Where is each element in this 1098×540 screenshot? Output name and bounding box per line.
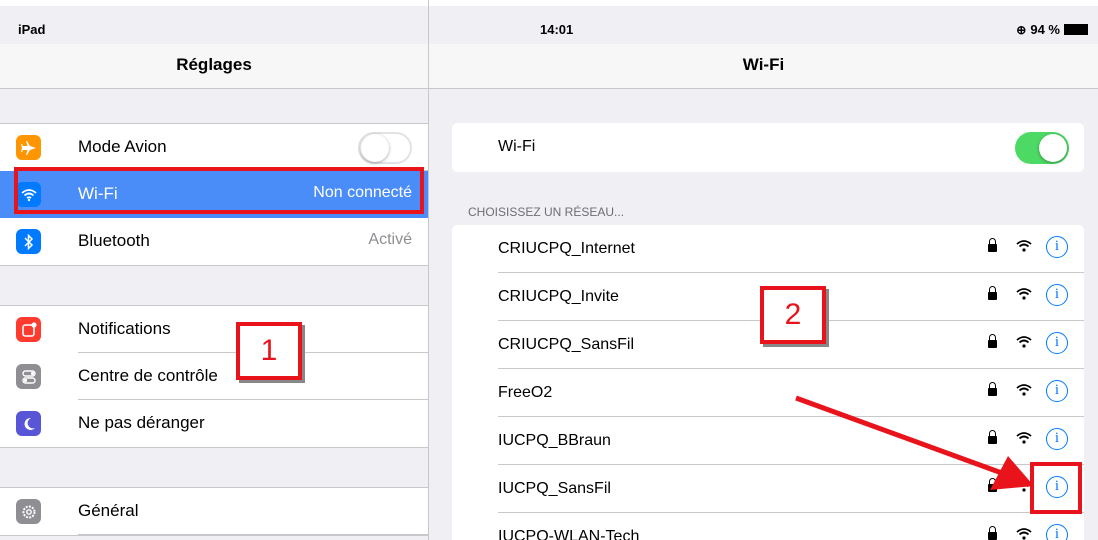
sidebar-item-label: Général — [78, 501, 139, 520]
control-center-icon — [16, 364, 41, 389]
annotation-callout-1: 1 — [236, 322, 302, 380]
settings-group-notifications: Notifications Centre de contrôle Ne pas … — [0, 305, 428, 448]
annotation-highlight-info — [1030, 462, 1082, 514]
split-divider — [428, 0, 429, 540]
network-row[interactable]: IUCPQ-WLAN-Tech i — [452, 513, 1084, 540]
info-icon[interactable]: i — [1046, 332, 1068, 354]
battery-percent: 94 % — [1030, 22, 1060, 37]
lock-icon — [988, 526, 997, 540]
network-name: CRIUCPQ_SansFil — [498, 336, 635, 353]
carrier-label: iPad — [18, 22, 46, 37]
sidebar-item-mode-avion[interactable]: Mode Avion — [0, 124, 428, 171]
airplane-mode-toggle[interactable] — [358, 132, 412, 164]
sidebar-item-label: Ne pas déranger — [78, 413, 205, 432]
lock-icon — [988, 286, 997, 300]
sidebar-item-control-center[interactable]: Centre de contrôle — [0, 353, 428, 400]
settings-navbar: Réglages — [0, 44, 428, 89]
sidebar-item-label: Centre de contrôle — [78, 366, 218, 385]
network-name: CRIUCPQ_Internet — [498, 240, 635, 257]
annotation-arrow — [795, 395, 1034, 490]
info-icon[interactable]: i — [1046, 524, 1068, 540]
gear-icon — [16, 499, 41, 524]
sidebar-item-label: Notifications — [78, 319, 171, 338]
wifi-toggle-card: Wi-Fi — [452, 123, 1084, 172]
wifi-signal-icon — [1016, 528, 1032, 540]
moon-icon — [16, 411, 41, 436]
orientation-lock-icon: ⊕ — [1016, 22, 1027, 37]
airplane-icon — [16, 135, 41, 160]
annotation-highlight-wifi — [14, 167, 424, 214]
settings-group-general: Général — [0, 487, 428, 536]
sidebar-item-general[interactable]: Général — [0, 488, 428, 535]
row-separator — [78, 534, 428, 535]
network-name: IUCPQ_BBraun — [498, 432, 611, 449]
sidebar-item-notifications[interactable]: Notifications — [0, 306, 428, 353]
battery-icon — [1064, 24, 1088, 35]
info-icon[interactable]: i — [1046, 236, 1068, 258]
network-name: IUCPQ_SansFil — [498, 480, 611, 497]
wifi-signal-icon — [1016, 240, 1032, 252]
network-name: CRIUCPQ_Invite — [498, 288, 619, 305]
info-icon[interactable]: i — [1046, 284, 1068, 306]
battery-status: ⊕ 94 % — [1016, 22, 1088, 37]
bluetooth-status-value: Activé — [368, 231, 412, 248]
network-row[interactable]: CRIUCPQ_Internet i — [452, 225, 1084, 273]
wifi-signal-icon — [1016, 336, 1032, 348]
lock-icon — [988, 334, 997, 348]
sidebar-item-do-not-disturb[interactable]: Ne pas déranger — [0, 400, 428, 447]
ipad-settings-screen: iPad 14:01 ⊕ 94 % Réglages Wi-Fi Mode Av… — [0, 0, 1098, 540]
notifications-icon — [16, 317, 41, 342]
annotation-callout-2: 2 — [760, 286, 826, 344]
settings-title: Réglages — [176, 55, 252, 74]
clock: 14:01 — [540, 22, 574, 37]
sidebar-item-bluetooth[interactable]: Bluetooth Activé — [0, 218, 428, 265]
wifi-page-title: Wi-Fi — [742, 55, 785, 74]
wifi-signal-icon — [1016, 288, 1032, 300]
wifi-navbar: Wi-Fi — [429, 44, 1098, 89]
bluetooth-icon — [16, 229, 41, 254]
status-bar: iPad 14:01 ⊕ 94 % — [0, 6, 1098, 44]
sidebar-item-label: Bluetooth — [78, 231, 150, 250]
toggle-knob — [1039, 134, 1067, 162]
network-name: IUCPQ-WLAN-Tech — [498, 528, 640, 540]
lock-icon — [988, 238, 997, 252]
network-section-header: CHOISISSEZ UN RÉSEAU... — [468, 205, 625, 219]
toggle-knob — [361, 134, 389, 162]
sidebar-item-label: Mode Avion — [78, 137, 167, 156]
wifi-toggle-label: Wi-Fi — [498, 138, 536, 155]
network-name: FreeO2 — [498, 384, 553, 401]
wifi-toggle[interactable] — [1015, 132, 1069, 164]
